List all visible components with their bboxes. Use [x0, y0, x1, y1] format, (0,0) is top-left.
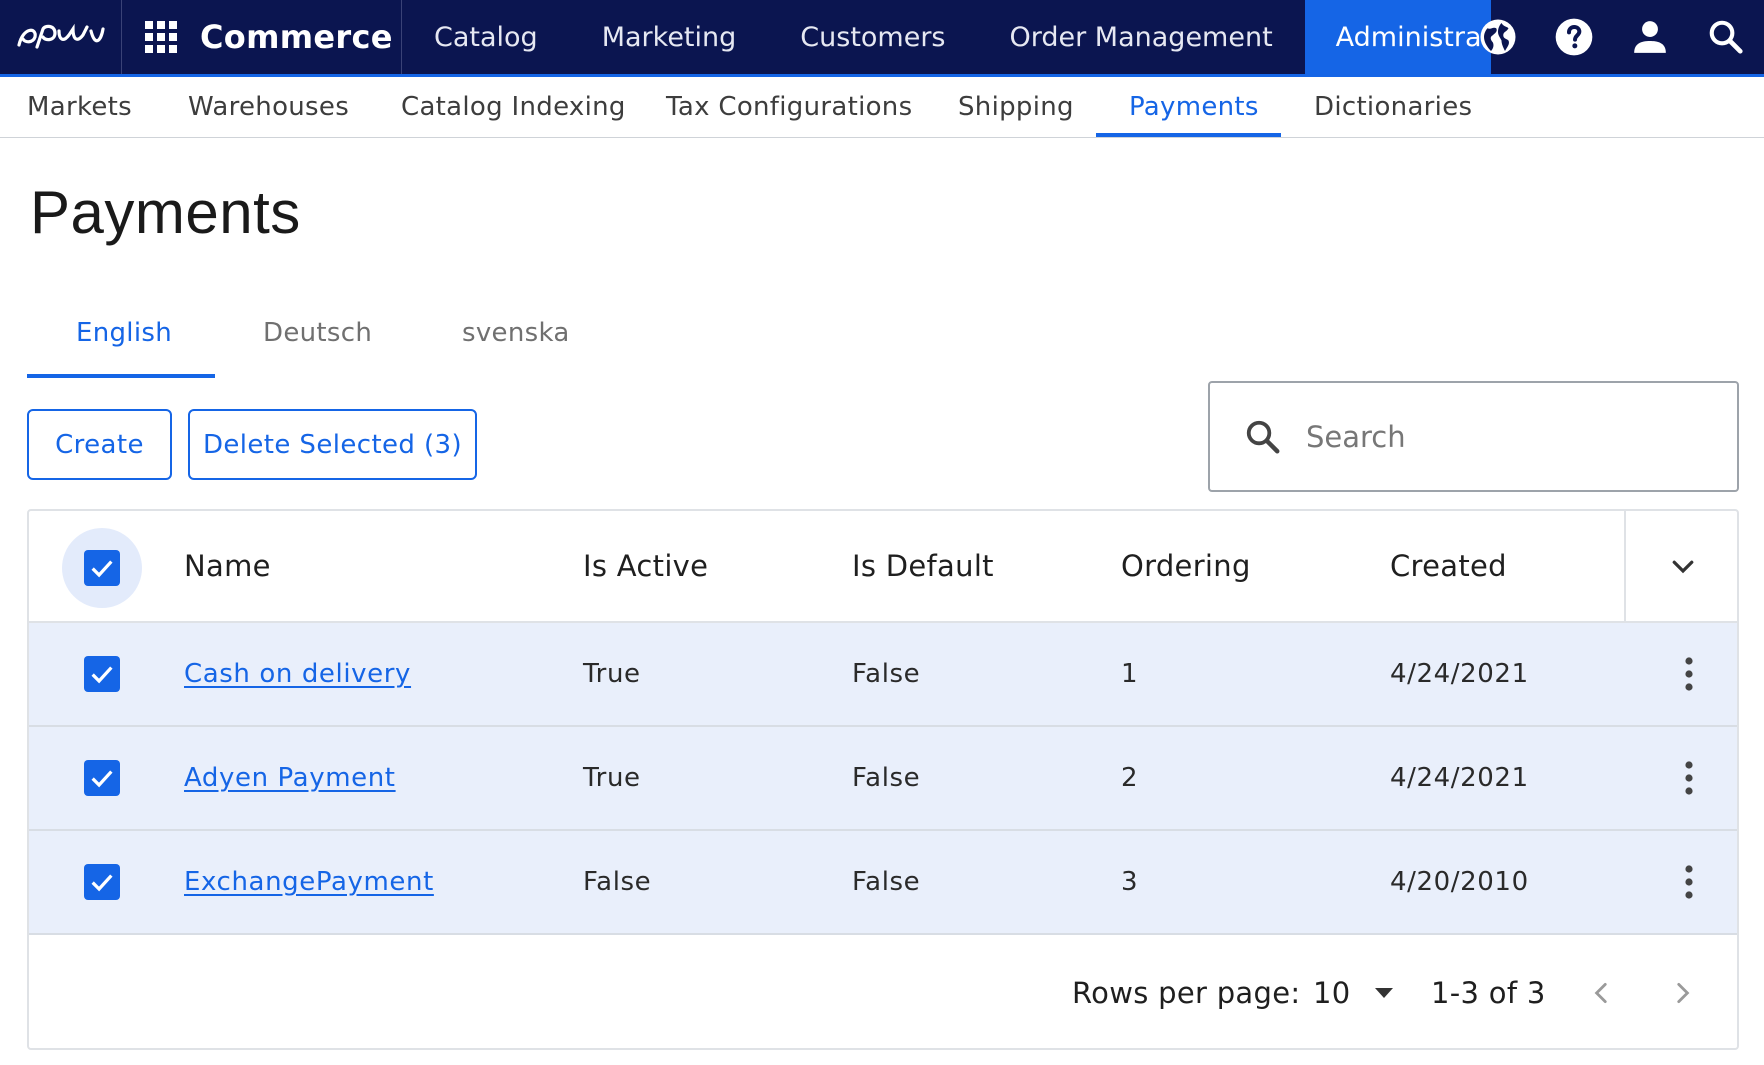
cell-is-default: False [852, 867, 921, 897]
more-vertical-icon [1685, 865, 1693, 899]
checkbox-checked [84, 550, 120, 586]
row-actions-button[interactable] [1669, 623, 1709, 725]
check-icon [91, 770, 113, 788]
search-input[interactable] [1306, 419, 1706, 454]
chevron-right-icon [1677, 982, 1690, 1004]
sub-navigation: Markets Warehouses Catalog Indexing Tax … [0, 77, 1764, 138]
table-header: Name Is Active Is Default Ordering Creat… [29, 511, 1737, 623]
subnav-tax-configurations[interactable]: Tax Configurations [666, 77, 912, 137]
brand: Commerce [122, 0, 402, 74]
cell-is-active: False [583, 867, 652, 897]
cell-created: 4/24/2021 [1390, 659, 1529, 689]
subnav-warehouses[interactable]: Warehouses [188, 77, 349, 137]
rows-per-page-value: 10 [1313, 975, 1351, 1010]
cell-is-active: True [583, 763, 641, 793]
select-all-checkbox[interactable] [62, 528, 142, 608]
brand-title[interactable]: Commerce [200, 18, 393, 56]
next-page-button[interactable] [1654, 965, 1710, 1021]
logo-icon [16, 23, 105, 49]
subnav-dictionaries[interactable]: Dictionaries [1314, 77, 1472, 137]
row-checkbox[interactable] [84, 831, 120, 933]
row-checkbox[interactable] [84, 623, 120, 725]
create-button[interactable]: Create [27, 409, 172, 480]
user-button[interactable] [1612, 0, 1688, 74]
subnav-payments[interactable]: Payments [1129, 77, 1259, 137]
nav-label: Order Management [1009, 21, 1273, 53]
row-checkbox[interactable] [84, 727, 120, 829]
checkbox-checked [84, 760, 120, 796]
nav-customers[interactable]: Customers [768, 0, 977, 74]
global-search-button[interactable] [1688, 0, 1764, 74]
cell-created: 4/24/2021 [1390, 763, 1529, 793]
checkbox-checked [84, 656, 120, 692]
payment-name-link[interactable]: Adyen Payment [184, 763, 396, 793]
pagination-range: 1-3 of 3 [1431, 975, 1546, 1010]
column-header-ordering[interactable]: Ordering [1121, 511, 1251, 621]
checkbox-checked [84, 864, 120, 900]
chevron-down-icon [1672, 560, 1693, 574]
subnav-markets[interactable]: Markets [27, 77, 132, 137]
row-actions-button[interactable] [1669, 831, 1709, 933]
payment-name-link[interactable]: ExchangePayment [184, 867, 434, 897]
column-header-name[interactable]: Name [184, 511, 271, 621]
column-header-is-default[interactable]: Is Default [852, 511, 994, 621]
subnav-shipping[interactable]: Shipping [958, 77, 1074, 137]
caret-down-icon [1374, 987, 1393, 998]
row-actions-button[interactable] [1669, 727, 1709, 829]
rows-per-page-select[interactable]: 10 [1313, 935, 1395, 1048]
nav-icon-group [1460, 0, 1764, 74]
search-field[interactable] [1208, 381, 1739, 492]
page-title: Payments [30, 179, 301, 246]
table-row[interactable]: Cash on delivery True False 1 4/24/2021 [29, 623, 1737, 727]
cell-is-active: True [583, 659, 641, 689]
table-row[interactable]: ExchangePayment False False 3 4/20/2010 [29, 831, 1737, 935]
rows-per-page-label: Rows per page: [1072, 975, 1301, 1010]
user-icon [1634, 21, 1666, 53]
check-icon [91, 874, 113, 892]
nav-label: Catalog [434, 21, 538, 53]
search-icon [1709, 20, 1743, 54]
tab-active-indicator [27, 374, 215, 378]
globe-button[interactable] [1460, 0, 1536, 74]
tab-svenska[interactable]: svenska [462, 318, 570, 348]
search-icon [1246, 420, 1280, 453]
payments-table: Name Is Active Is Default Ordering Creat… [27, 509, 1739, 1050]
check-icon [91, 560, 113, 578]
table-pagination: Rows per page: 10 1-3 of 3 [29, 935, 1737, 1048]
help-button[interactable] [1536, 0, 1612, 74]
nav-label: Customers [800, 21, 946, 53]
subnav-catalog-indexing[interactable]: Catalog Indexing [401, 77, 626, 137]
cell-is-default: False [852, 659, 921, 689]
column-options-button[interactable] [1624, 511, 1737, 621]
more-vertical-icon [1685, 657, 1693, 691]
table-row[interactable]: Adyen Payment True False 2 4/24/2021 [29, 727, 1737, 831]
tab-english[interactable]: English [76, 318, 172, 348]
cell-is-default: False [852, 763, 921, 793]
top-navigation: Commerce Catalog Marketing Customers Ord… [0, 0, 1764, 74]
previous-page-button[interactable] [1574, 965, 1630, 1021]
tab-deutsch[interactable]: Deutsch [263, 318, 372, 348]
episerver-logo[interactable] [0, 0, 122, 74]
chevron-left-icon [1594, 982, 1607, 1004]
payment-name-link[interactable]: Cash on delivery [184, 659, 411, 689]
globe-icon [1480, 19, 1516, 55]
nav-marketing[interactable]: Marketing [570, 0, 769, 74]
nav-catalog[interactable]: Catalog [402, 0, 570, 74]
nav-order-management[interactable]: Order Management [978, 0, 1305, 74]
subnav-active-indicator [1096, 133, 1281, 137]
help-icon [1555, 18, 1593, 56]
apps-grid-icon[interactable] [144, 20, 178, 54]
column-header-created[interactable]: Created [1390, 511, 1507, 621]
cell-ordering: 1 [1121, 659, 1139, 689]
check-icon [91, 666, 113, 684]
column-header-is-active[interactable]: Is Active [583, 511, 708, 621]
cell-ordering: 3 [1121, 867, 1139, 897]
nav-label: Marketing [601, 21, 737, 53]
cell-created: 4/20/2010 [1390, 867, 1529, 897]
more-vertical-icon [1685, 761, 1693, 795]
cell-ordering: 2 [1121, 763, 1139, 793]
delete-selected-button[interactable]: Delete Selected (3) [188, 409, 477, 480]
